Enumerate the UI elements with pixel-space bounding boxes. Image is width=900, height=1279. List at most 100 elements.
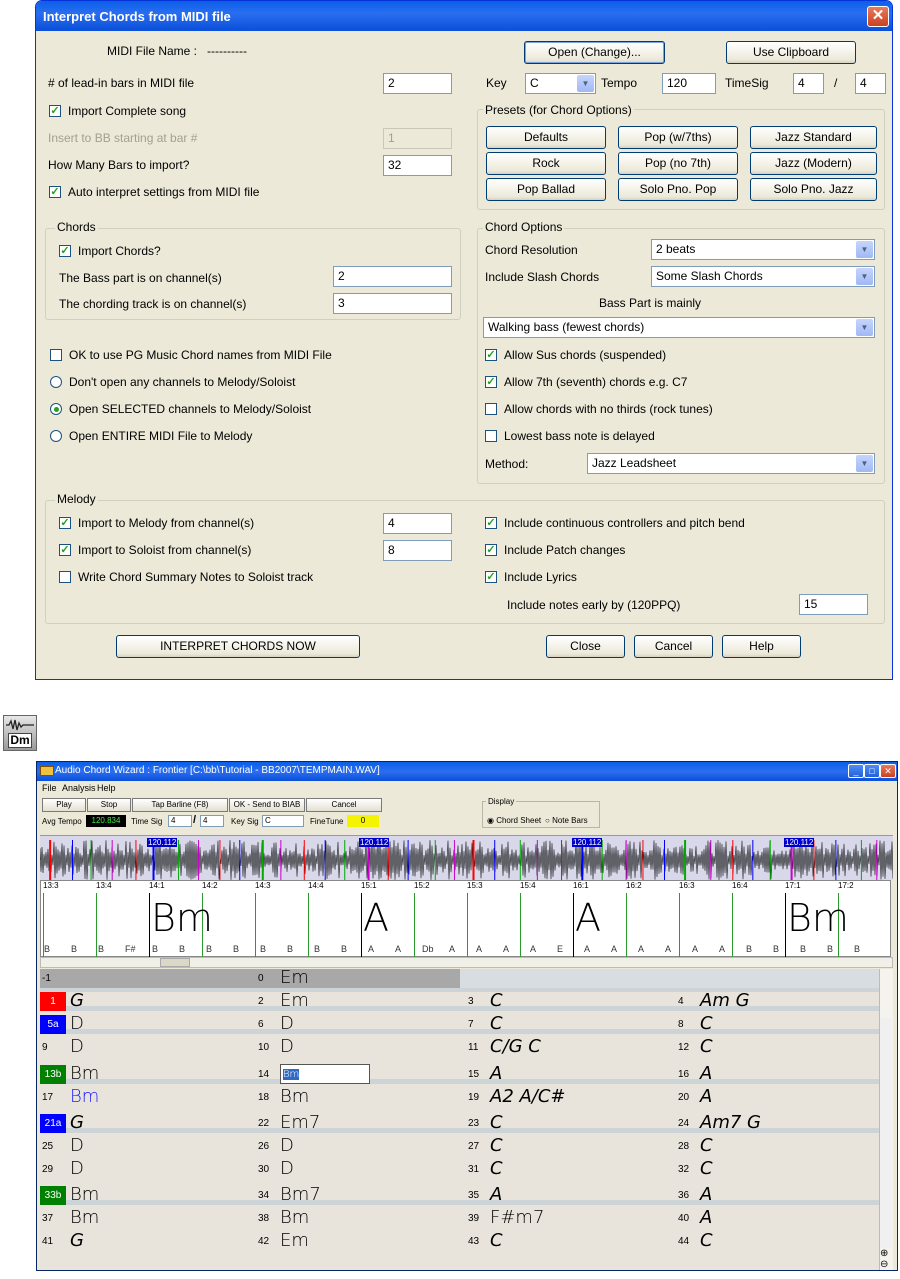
close-button[interactable]: Close <box>546 635 625 658</box>
chord-cell[interactable]: A <box>490 1185 502 1205</box>
import-chords-checkbox[interactable]: ✓ <box>59 245 71 257</box>
part-marker[interactable]: 33b <box>40 1186 66 1205</box>
radio-entire-file[interactable] <box>50 430 62 442</box>
chord-cell[interactable]: D <box>280 1136 294 1156</box>
chord-cell[interactable]: D <box>70 1014 84 1034</box>
chord-cell[interactable]: C <box>700 1159 713 1179</box>
part-marker[interactable]: 13b <box>40 1065 66 1084</box>
chording-channel-input[interactable]: 3 <box>333 293 452 314</box>
key-select[interactable]: C ▼ <box>525 73 596 94</box>
chord-cell[interactable]: D <box>280 1159 294 1179</box>
chord-cell[interactable]: Em <box>280 969 309 988</box>
open-change-button[interactable]: Open (Change)... <box>524 41 665 64</box>
chord-cell[interactable]: Em7 <box>280 1113 320 1133</box>
time-sig-den-select[interactable]: 4 <box>200 815 224 827</box>
chord-cell[interactable]: D <box>70 1159 84 1179</box>
timesig-num-input[interactable]: 4 <box>793 73 824 94</box>
controllers-checkbox[interactable]: ✓ <box>485 517 497 529</box>
chord-cell[interactable]: Bm <box>70 1185 99 1205</box>
menu-file[interactable]: File <box>42 783 57 793</box>
maximize-icon[interactable]: □ <box>864 764 880 778</box>
time-sig-num-select[interactable]: 4 <box>168 815 192 827</box>
preset-rock-button[interactable]: Rock <box>486 152 606 175</box>
tempo-input[interactable]: 120 <box>662 73 716 94</box>
tempo-marker[interactable]: 120.112 <box>784 838 815 847</box>
bass-mainly-select[interactable]: Walking bass (fewest chords) ▼ <box>483 317 875 338</box>
chord-cell[interactable]: D <box>280 1037 294 1057</box>
preset-solo-pno-pop-button[interactable]: Solo Pno. Pop <box>618 178 738 201</box>
interpret-chords-now-button[interactable]: INTERPRET CHORDS NOW <box>116 635 360 658</box>
close-icon[interactable]: ✕ <box>880 764 896 778</box>
scrollbar-thumb[interactable] <box>160 958 190 967</box>
seventh-checkbox[interactable]: ✓ <box>485 376 497 388</box>
low-bass-checkbox[interactable] <box>485 430 497 442</box>
chord-cell[interactable]: Bm7 <box>280 1185 321 1205</box>
display-note-bars-radio[interactable]: ○ Note Bars <box>545 816 588 825</box>
chord-cell[interactable]: D <box>70 1037 84 1057</box>
chord-cell[interactable]: Am7 G <box>700 1113 761 1133</box>
early-input[interactable]: 15 <box>799 594 868 615</box>
radio-no-channels[interactable] <box>50 376 62 388</box>
chord-cell[interactable]: A <box>700 1087 712 1107</box>
chord-cell[interactable]: Bm <box>70 1208 99 1228</box>
chord-edit-input[interactable]: Bm <box>280 1064 370 1084</box>
help-button[interactable]: Help <box>722 635 801 658</box>
preset-pop-ballad-button[interactable]: Pop Ballad <box>486 178 606 201</box>
slash-select[interactable]: Some Slash Chords ▼ <box>651 266 875 287</box>
timesig-den-input[interactable]: 4 <box>855 73 886 94</box>
sus-checkbox[interactable]: ✓ <box>485 349 497 361</box>
preset-pop-7ths-button[interactable]: Pop (w/7ths) <box>618 126 738 149</box>
howmany-input[interactable]: 32 <box>383 155 452 176</box>
chord-cell[interactable]: C <box>490 1136 503 1156</box>
chord-cell[interactable]: Bm <box>70 1087 99 1107</box>
zoom-out-icon[interactable]: ⊖ <box>880 1259 888 1270</box>
chord-cell[interactable]: C <box>490 1014 503 1034</box>
chord-cell[interactable]: Bm <box>280 1087 309 1107</box>
part-marker[interactable]: 21a <box>40 1114 66 1133</box>
chord-cell[interactable]: Em <box>280 1231 309 1251</box>
close-icon[interactable]: ✕ <box>867 6 889 27</box>
summary-checkbox[interactable] <box>59 571 71 583</box>
preset-defaults-button[interactable]: Defaults <box>486 126 606 149</box>
minimize-icon[interactable]: _ <box>848 764 864 778</box>
menu-analysis[interactable]: Analysis <box>62 783 96 793</box>
preset-jazz-standard-button[interactable]: Jazz Standard <box>750 126 877 149</box>
part-marker[interactable]: 1 <box>40 992 66 1011</box>
preset-pop-no7-button[interactable]: Pop (no 7th) <box>618 152 738 175</box>
no-thirds-checkbox[interactable] <box>485 403 497 415</box>
use-clipboard-button[interactable]: Use Clipboard <box>726 41 856 64</box>
chord-cell[interactable]: G <box>70 1113 84 1133</box>
soloist-channel-checkbox[interactable]: ✓ <box>59 544 71 556</box>
stop-button[interactable]: Stop <box>87 798 131 812</box>
chord-cell[interactable]: F#m7 <box>490 1208 544 1228</box>
chord-cell[interactable]: G <box>70 1231 84 1251</box>
chord-cell[interactable]: A2 A/C# <box>490 1087 566 1107</box>
tempo-marker[interactable]: 120.112 <box>147 838 178 847</box>
resolution-select[interactable]: 2 beats ▼ <box>651 239 875 260</box>
bass-channel-input[interactable]: 2 <box>333 266 452 287</box>
chord-cell[interactable]: Am G <box>700 991 750 1011</box>
cancel-button[interactable]: Cancel <box>634 635 713 658</box>
display-chord-sheet-radio[interactable]: ◉ Chord Sheet <box>487 816 541 825</box>
import-complete-checkbox[interactable]: ✓ <box>49 105 61 117</box>
insert-input[interactable]: 1 <box>383 128 452 149</box>
chord-cell[interactable]: Bm <box>280 1208 309 1228</box>
tempo-marker[interactable]: 120.112 <box>359 838 390 847</box>
audio-chord-wizard-icon[interactable]: Dm <box>3 715 37 751</box>
method-select[interactable]: Jazz Leadsheet ▼ <box>587 453 875 474</box>
play-button[interactable]: Play <box>42 798 86 812</box>
chord-cell[interactable]: C <box>700 1231 713 1251</box>
chord-cell[interactable]: A <box>700 1185 712 1205</box>
chord-cell[interactable]: C <box>700 1136 713 1156</box>
chord-cell[interactable]: D <box>70 1136 84 1156</box>
chord-cell[interactable]: C <box>490 991 503 1011</box>
chord-cell[interactable]: Bm <box>70 1064 99 1084</box>
chord-cell[interactable]: G <box>70 991 84 1011</box>
chord-cell[interactable]: C <box>490 1113 503 1133</box>
preset-jazz-modern-button[interactable]: Jazz (Modern) <box>750 152 877 175</box>
chord-cell[interactable]: Em <box>280 991 309 1011</box>
tempo-marker[interactable]: 120.112 <box>572 838 603 847</box>
tap-barline-button[interactable]: Tap Barline (F8) <box>132 798 228 812</box>
chord-cell[interactable]: C <box>700 1037 713 1057</box>
chord-cell[interactable]: A <box>700 1064 712 1084</box>
